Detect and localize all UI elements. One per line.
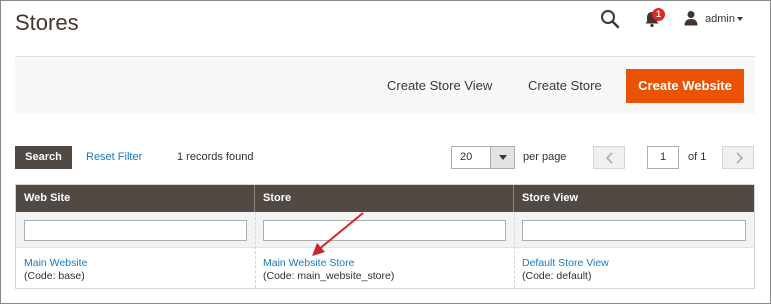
notification-badge[interactable]: 1: [652, 8, 665, 21]
previous-page-button[interactable]: [593, 146, 625, 169]
store-view-code: (Code: default): [522, 270, 592, 282]
table-cell-website: Main Website (Code: base): [24, 257, 87, 283]
grid-filter-row: [16, 212, 754, 248]
next-page-button[interactable]: [722, 146, 754, 169]
store-filter-input[interactable]: [263, 220, 506, 241]
per-page-select[interactable]: 20: [451, 146, 515, 169]
store-view-filter-input[interactable]: [522, 220, 746, 241]
chevron-right-icon: [736, 152, 744, 164]
website-filter-input[interactable]: [24, 220, 247, 241]
website-link[interactable]: Main Website: [24, 257, 87, 270]
chevron-down-icon[interactable]: [737, 17, 743, 21]
user-icon[interactable]: [684, 10, 698, 26]
annotation-arrow-icon: [312, 212, 364, 256]
create-website-button[interactable]: Create Website: [626, 69, 744, 103]
search-button[interactable]: Search: [15, 146, 72, 169]
store-view-link[interactable]: Default Store View: [522, 257, 609, 270]
grid-header-row: Web Site Store Store View: [16, 185, 754, 212]
column-divider: [514, 212, 515, 288]
per-page-value: 20: [460, 151, 473, 163]
chevron-down-icon: [499, 155, 507, 160]
website-code: (Code: base): [24, 270, 85, 282]
create-store-button[interactable]: Create Store: [518, 69, 612, 103]
table-cell-store-view: Default Store View (Code: default): [522, 257, 609, 283]
select-toggle[interactable]: [490, 147, 514, 168]
page-title: Stores: [15, 10, 79, 35]
column-header-store[interactable]: Store: [255, 185, 514, 212]
page-actions-bar: Create Store View Create Store Create We…: [15, 56, 755, 114]
search-icon[interactable]: [600, 9, 620, 29]
records-count: 1 records found: [177, 151, 254, 163]
stores-grid: Web Site Store Store View Main Website (…: [15, 184, 755, 289]
create-store-view-button[interactable]: Create Store View: [377, 69, 502, 103]
per-page-label: per page: [523, 151, 567, 163]
total-pages-label: of 1: [688, 151, 707, 163]
store-code: (Code: main_website_store): [263, 270, 395, 282]
user-menu-name[interactable]: admin: [705, 13, 735, 25]
current-page-input[interactable]: 1: [647, 146, 679, 169]
column-header-website[interactable]: Web Site: [16, 185, 255, 212]
reset-filter-link[interactable]: Reset Filter: [86, 151, 142, 163]
column-divider: [255, 212, 256, 288]
chevron-left-icon: [605, 152, 613, 164]
column-header-store-view[interactable]: Store View: [514, 185, 754, 212]
table-cell-store: Main Website Store (Code: main_website_s…: [263, 257, 394, 283]
